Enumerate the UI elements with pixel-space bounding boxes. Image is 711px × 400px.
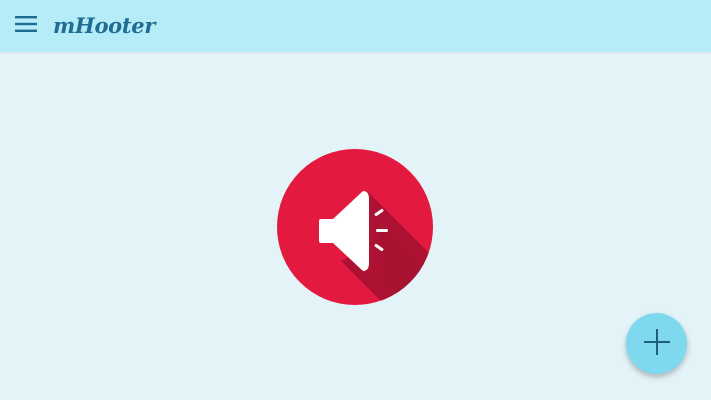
app-toolbar: mHooter	[0, 0, 711, 52]
plus-icon	[643, 328, 670, 359]
hamburger-menu-icon	[15, 16, 37, 36]
add-button[interactable]	[626, 313, 687, 374]
menu-button[interactable]	[10, 10, 42, 42]
megaphone-icon	[319, 191, 433, 305]
app-title: mHooter	[53, 13, 156, 38]
hooter-button[interactable]	[277, 149, 433, 305]
app-screen: mHooter	[0, 0, 711, 400]
